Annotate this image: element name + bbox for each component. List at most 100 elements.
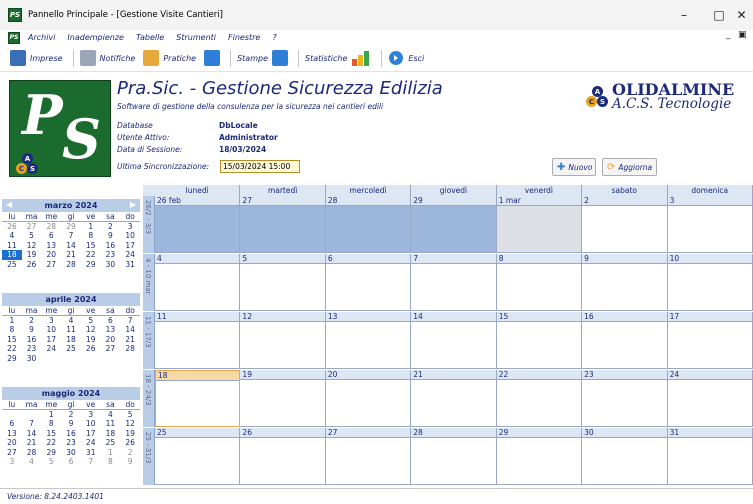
mini-calendar-day[interactable]: 23 [61, 438, 81, 447]
mini-calendar-day[interactable]: 12 [81, 325, 101, 334]
calendar-day-cell[interactable]: 29 [411, 196, 497, 253]
mini-calendar-day[interactable]: 23 [22, 344, 42, 353]
week-range-tab[interactable]: 4 - 10 mar [143, 254, 155, 311]
calendar-day-cell[interactable]: 23 [582, 370, 668, 427]
mini-calendar-day[interactable]: 6 [41, 231, 61, 240]
calendar-day-cell[interactable]: 27 [325, 428, 412, 485]
menu-inadempienze[interactable]: Inadempienze [67, 33, 124, 42]
mini-calendar-day[interactable]: 3 [41, 316, 61, 325]
mini-calendar-day[interactable]: 28 [120, 344, 140, 353]
mini-calendar-day[interactable]: 19 [120, 429, 140, 438]
calendar-day-cell[interactable]: 22 [496, 370, 583, 427]
mini-calendar-day[interactable]: 29 [81, 260, 101, 269]
menu-strumenti[interactable]: Strumenti [176, 33, 216, 42]
mini-calendar-day[interactable]: 7 [61, 231, 81, 240]
mini-calendar-day[interactable]: 7 [81, 457, 101, 466]
menu-tabelle[interactable]: Tabelle [136, 33, 164, 42]
mini-calendar-day[interactable]: 7 [22, 419, 42, 428]
mini-calendar-day[interactable]: 29 [61, 222, 81, 231]
mini-calendar-day[interactable]: 14 [22, 429, 42, 438]
mini-calendar-day[interactable]: 24 [120, 250, 140, 259]
mini-calendar-day[interactable]: 30 [101, 260, 121, 269]
mini-calendar-day[interactable]: 4 [61, 316, 81, 325]
calendar-day-cell[interactable]: 10 [667, 254, 753, 311]
calendar-day-cell[interactable]: 3 [667, 196, 753, 253]
calendar-day-cell[interactable]: 18 [155, 370, 241, 427]
mini-calendar-day[interactable]: 2 [61, 410, 81, 419]
mini-calendar-day[interactable]: 16 [101, 241, 121, 250]
mini-calendar-day[interactable]: 5 [41, 457, 61, 466]
calendar-day-cell[interactable]: 27 [240, 196, 326, 253]
mini-calendar-day[interactable]: 9 [101, 231, 121, 240]
mini-calendar-day[interactable]: 25 [61, 344, 81, 353]
mini-calendar-day[interactable]: 5 [22, 231, 42, 240]
refresh-button[interactable]: ⟳ Aggiorna [602, 158, 657, 176]
mini-calendar-day[interactable]: 7 [120, 316, 140, 325]
mini-calendar-day[interactable]: 22 [2, 344, 22, 353]
mini-calendar-day[interactable]: 9 [61, 419, 81, 428]
mini-calendar-day[interactable]: 21 [22, 438, 42, 447]
mini-calendar-day[interactable]: 5 [81, 316, 101, 325]
calendar-day-cell[interactable]: 31 [667, 428, 753, 485]
mini-calendar-day[interactable]: 4 [22, 457, 42, 466]
calendar-day-cell[interactable]: 14 [411, 312, 497, 369]
mini-calendar-day[interactable]: 26 [120, 438, 140, 447]
week-range-tab[interactable]: 26/2 - 3/3 [143, 196, 155, 253]
new-button[interactable]: ✚ Nuovo [552, 158, 596, 176]
mini-calendar-day[interactable]: 15 [41, 429, 61, 438]
upload-icon[interactable] [204, 50, 221, 66]
mini-calendar-day[interactable]: 21 [120, 335, 140, 344]
mini-calendar-day[interactable]: 27 [101, 344, 121, 353]
mini-calendar-day[interactable]: 1 [81, 222, 101, 231]
mini-calendar-day[interactable]: 13 [101, 325, 121, 334]
mini-calendar-day[interactable]: 3 [120, 222, 140, 231]
mini-calendar-day[interactable]: 10 [41, 325, 61, 334]
mini-calendar-day[interactable]: 6 [2, 419, 22, 428]
mini-calendar-day[interactable]: 31 [120, 260, 140, 269]
mini-calendar-day[interactable]: 1 [2, 316, 22, 325]
mini-calendar-day[interactable]: 24 [81, 438, 101, 447]
mini-calendar-day[interactable]: 17 [120, 241, 140, 250]
calendar-day-cell[interactable]: 1 mar [496, 196, 583, 253]
calendar-day-cell[interactable]: 9 [582, 254, 668, 311]
calendar-day-cell[interactable]: 26 [240, 428, 326, 485]
calendar-day-cell[interactable]: 8 [496, 254, 583, 311]
mini-calendar-day[interactable]: 19 [22, 250, 42, 259]
mini-calendar-day[interactable]: 14 [120, 325, 140, 334]
mini-calendar-day[interactable]: 31 [81, 448, 101, 457]
close-button[interactable]: ✕ [730, 0, 753, 30]
menu-finestre[interactable]: Finestre [228, 33, 260, 42]
next-month-arrow-icon[interactable]: ▶ [130, 200, 136, 209]
calendar-day-cell[interactable]: 29 [496, 428, 583, 485]
mini-calendar-day[interactable]: 19 [81, 335, 101, 344]
mini-calendar-day[interactable]: 10 [81, 419, 101, 428]
calendar-day-cell[interactable]: 2 [582, 196, 668, 253]
mini-calendar-day[interactable]: 26 [81, 344, 101, 353]
menu-archivi[interactable]: Archivi [28, 33, 55, 42]
mini-calendar-day[interactable]: 2 [101, 222, 121, 231]
toolbar-notifiche-button[interactable]: Notifiche [78, 50, 138, 66]
mini-calendar-day[interactable]: 20 [2, 438, 22, 447]
mini-calendar-day[interactable]: 20 [41, 250, 61, 259]
mini-calendar-day[interactable]: 29 [41, 448, 61, 457]
mini-calendar-day[interactable]: 3 [2, 457, 22, 466]
mini-calendar-day[interactable]: 21 [61, 250, 81, 259]
toolbar-pratiche-button[interactable]: Pratiche [141, 50, 198, 66]
mini-calendar-day[interactable]: 17 [41, 335, 61, 344]
mini-calendar-day[interactable]: 5 [120, 410, 140, 419]
mini-calendar-day[interactable]: 14 [61, 241, 81, 250]
mini-calendar-day[interactable]: 20 [101, 335, 121, 344]
mini-calendar-day[interactable]: 2 [120, 448, 140, 457]
mdi-minimize-button[interactable]: _ [726, 30, 731, 45]
mini-calendar-day[interactable]: 28 [61, 260, 81, 269]
mini-calendar-day[interactable]: 2 [22, 316, 42, 325]
menu-help[interactable]: ? [272, 33, 276, 42]
calendar-day-cell[interactable]: 4 [155, 254, 241, 311]
calendar-day-cell[interactable]: 20 [325, 370, 412, 427]
mini-calendar-day[interactable]: 11 [2, 241, 22, 250]
mini-calendar-day[interactable]: 25 [2, 260, 22, 269]
calendar-day-cell[interactable]: 24 [667, 370, 753, 427]
prev-month-arrow-icon[interactable]: ◀ [6, 200, 12, 209]
calendar-day-cell[interactable]: 28 [325, 196, 412, 253]
mini-calendar-day[interactable]: 22 [81, 250, 101, 259]
